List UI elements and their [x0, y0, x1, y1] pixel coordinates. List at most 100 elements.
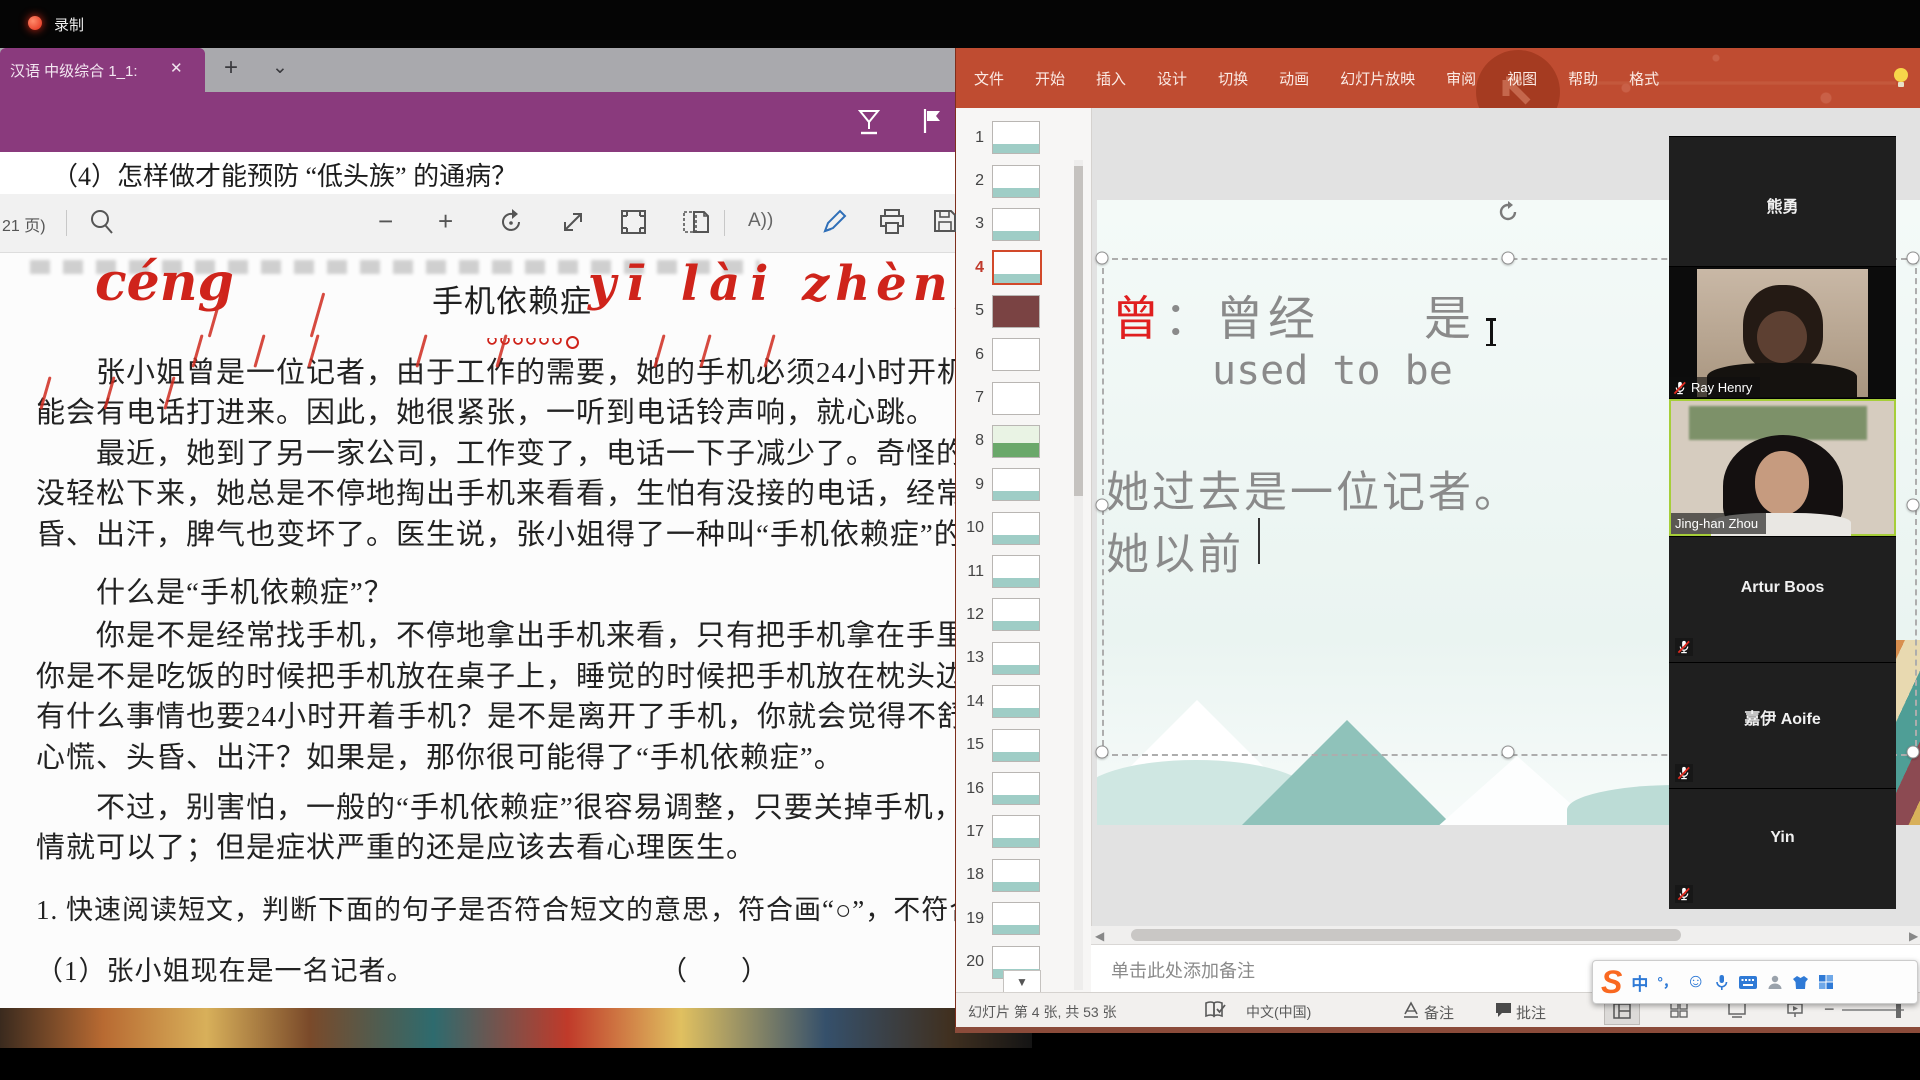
slide-thumbnail[interactable]: 16	[956, 767, 1091, 810]
zoom-out-icon[interactable]: −	[378, 206, 393, 237]
browser-tab-strip: 汉语 中级综合 1_1: ✕ + ⌄	[0, 48, 955, 92]
slide-thumbnail[interactable]: 10	[956, 507, 1091, 550]
flag-tool-icon[interactable]	[920, 107, 944, 135]
tab-list-menu-icon[interactable]: ⌄	[272, 56, 288, 79]
ime-mic-icon[interactable]	[1714, 974, 1729, 991]
tab-slideshow[interactable]: 幻灯片放映	[1340, 68, 1415, 89]
read-aloud-icon[interactable]: A))	[748, 210, 773, 232]
print-icon[interactable]	[878, 208, 906, 236]
tab-transitions[interactable]: 切换	[1218, 68, 1248, 89]
mic-muted-icon	[1675, 885, 1693, 903]
slide-thumbnail[interactable]: 1	[956, 116, 1091, 159]
scroll-right-icon[interactable]: ▶	[1909, 929, 1918, 943]
notes-icon[interactable]	[1402, 1001, 1420, 1019]
slide-thumbnail[interactable]: 7	[956, 376, 1091, 419]
page-view-icon[interactable]	[682, 209, 710, 235]
horizontal-scrollbar-thumb[interactable]	[1131, 929, 1681, 941]
new-tab-button[interactable]: +	[224, 54, 238, 82]
recording-dot-icon	[28, 16, 42, 30]
tab-close-icon[interactable]: ✕	[170, 59, 183, 77]
search-icon[interactable]	[88, 208, 116, 236]
selection-handle[interactable]	[1096, 499, 1109, 512]
language-indicator[interactable]: 中文(中国)	[1246, 1002, 1311, 1022]
recording-bar: 录制	[0, 0, 1920, 48]
tab-view[interactable]: 视图	[1507, 68, 1537, 89]
slide-thumbnail[interactable]: 9	[956, 463, 1091, 506]
zoom-slider-track[interactable]	[1842, 1009, 1904, 1011]
participant-tile[interactable]: 熊勇	[1669, 136, 1896, 266]
ime-account-icon[interactable]	[1767, 974, 1783, 990]
slide-thumbnail[interactable]: 17	[956, 810, 1091, 853]
slide-thumbnail-selected[interactable]: 4	[956, 246, 1091, 289]
notes-toggle[interactable]: 备注	[1424, 1002, 1454, 1023]
slide-thumbnail[interactable]: 2	[956, 159, 1091, 202]
passage-line: 心慌、头昏、出汗？如果是，那你很可能得了“手机依赖症”。	[36, 734, 955, 776]
selection-handle[interactable]	[1096, 746, 1109, 759]
selection-handle[interactable]	[1907, 499, 1920, 512]
slide-thumbnail[interactable]: 15	[956, 723, 1091, 766]
ibeam-cursor	[1484, 318, 1498, 346]
browser-tab[interactable]: 汉语 中级综合 1_1: ✕	[0, 48, 205, 92]
ppt-window-edge	[955, 1027, 1920, 1033]
slide-thumbnail[interactable]: 5	[956, 290, 1091, 333]
slide-thumbnail[interactable]: 3	[956, 203, 1091, 246]
participant-tile[interactable]: Yin	[1669, 788, 1896, 909]
slide-thumbnail[interactable]: 11	[956, 550, 1091, 593]
save-icon[interactable]	[932, 208, 958, 234]
draw-pen-icon[interactable]	[820, 208, 848, 236]
handwritten-pinyin-ceng: céng	[95, 252, 234, 313]
slide-thumbnail[interactable]: 6	[956, 333, 1091, 376]
slide-thumbnail[interactable]: 12	[956, 593, 1091, 636]
participant-tile-active-speaker[interactable]: Jing-han Zhou	[1669, 398, 1896, 536]
slide-thumbnail[interactable]: 18	[956, 854, 1091, 897]
ime-toolbox-icon[interactable]	[1818, 974, 1834, 990]
page-indicator: 21 页)	[2, 212, 46, 236]
tab-review[interactable]: 审阅	[1446, 68, 1476, 89]
text-caret	[1258, 518, 1260, 564]
thumbnail-scrollbar-thumb[interactable]	[1074, 166, 1083, 496]
tab-insert[interactable]: 插入	[1096, 68, 1126, 89]
lightbulb-icon[interactable]	[1890, 66, 1912, 90]
fit-page-icon[interactable]	[620, 209, 647, 235]
tab-design[interactable]: 设计	[1157, 68, 1187, 89]
ppt-ribbon: 文件 开始 插入 设计 切换 动画 幻灯片放映 审阅 视图 帮助 格式	[956, 48, 1920, 108]
tab-file[interactable]: 文件	[974, 68, 1004, 89]
slide-thumbnail[interactable]: 14	[956, 680, 1091, 723]
ime-punctuation[interactable]: °，	[1657, 972, 1677, 992]
zoom-in-icon[interactable]: +	[438, 206, 453, 237]
tab-home[interactable]: 开始	[1035, 68, 1065, 89]
pdf-annotation-icon[interactable]	[856, 108, 882, 136]
selection-handle[interactable]	[1907, 252, 1920, 265]
ime-mode-chinese[interactable]: 中	[1631, 970, 1648, 995]
comments-toggle[interactable]: 批注	[1516, 1002, 1546, 1023]
notes-placeholder: 单击此处添加备注	[1111, 957, 1255, 983]
pdf-page: céng 手机依赖症 yī lài zhèng 张小姐曾是一位记者，由于工作的需…	[0, 252, 955, 1008]
tab-help[interactable]: 帮助	[1568, 68, 1598, 89]
selection-handle[interactable]	[1502, 746, 1515, 759]
emoji-icon[interactable]: ☺	[1686, 971, 1705, 993]
fit-width-icon[interactable]	[560, 209, 586, 235]
passage-line: 情就可以了；但是症状严重的还是应该去看心理医生。	[36, 824, 955, 866]
zoom-slider-thumb[interactable]	[1896, 1002, 1901, 1018]
slide-thumbnail[interactable]: 19	[956, 897, 1091, 940]
red-circle-mark	[566, 336, 579, 349]
tab-animations[interactable]: 动画	[1279, 68, 1309, 89]
slide-thumbnail[interactable]: 13	[956, 637, 1091, 680]
comments-icon[interactable]	[1494, 1001, 1513, 1019]
ime-toolbar[interactable]: S 中 °， ☺	[1592, 960, 1918, 1004]
spellcheck-icon[interactable]	[1204, 1000, 1226, 1020]
ime-keyboard-icon[interactable]	[1738, 975, 1758, 990]
participant-tile[interactable]: Artur Boos	[1669, 536, 1896, 662]
participant-tile[interactable]: 嘉伊 Aoife	[1669, 662, 1896, 788]
selection-handle[interactable]	[1502, 252, 1515, 265]
tab-format[interactable]: 格式	[1629, 68, 1659, 89]
selection-handle[interactable]	[1907, 746, 1920, 759]
participant-label: Jing-han Zhou	[1671, 513, 1766, 534]
participant-tile[interactable]: Ray Henry	[1669, 266, 1896, 398]
rotate-icon[interactable]	[498, 208, 526, 236]
slide-thumbnail[interactable]: 8	[956, 420, 1091, 463]
ime-skin-icon[interactable]	[1792, 975, 1809, 990]
scroll-left-icon[interactable]: ◀	[1095, 929, 1104, 943]
rotate-handle-icon[interactable]	[1496, 200, 1520, 224]
selection-handle[interactable]	[1096, 252, 1109, 265]
